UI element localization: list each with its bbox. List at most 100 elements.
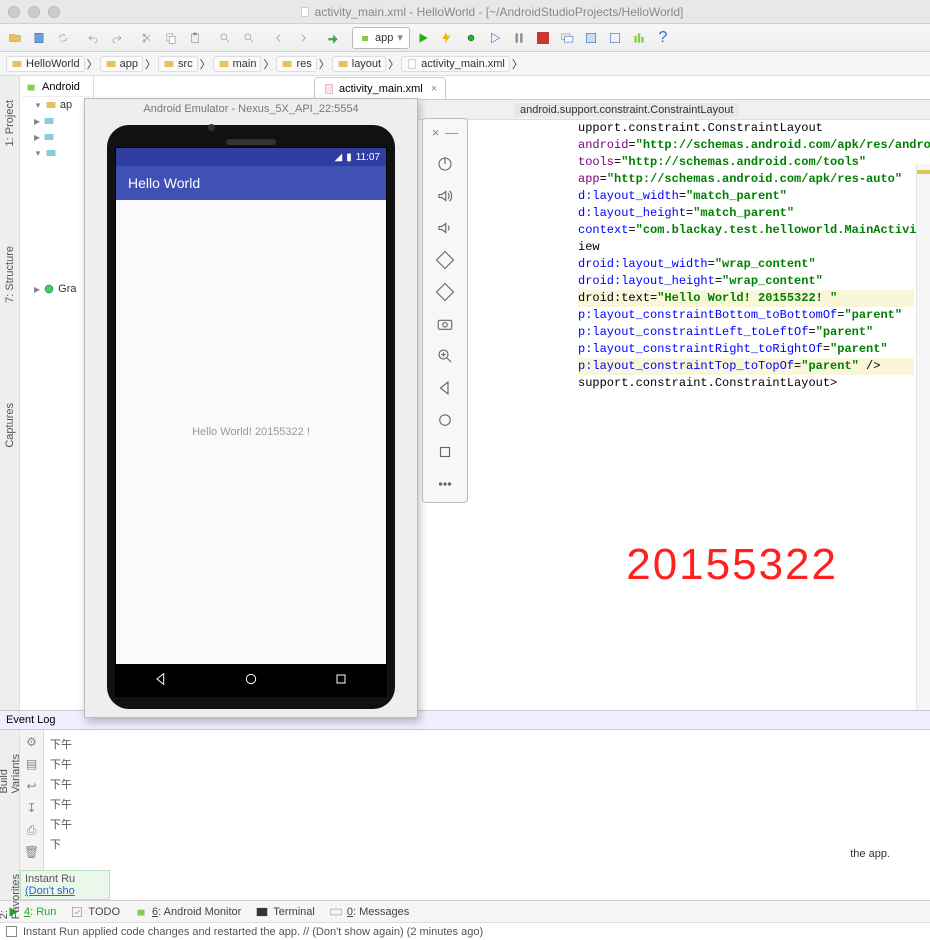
event-log-content[interactable]: 下午 下午 下午 下午 下午 下 the app. Instant Ru (Do… (44, 730, 930, 900)
project-panel[interactable]: Android ▼ap ▶ ▶ ▼ ▶Gra (20, 76, 94, 710)
log-row: 下午 (50, 814, 924, 834)
crumb-res[interactable]: res (276, 56, 316, 72)
back-icon[interactable] (268, 27, 290, 49)
editor-tab-label: activity_main.xml (339, 83, 423, 95)
log-fragment: the app. (850, 848, 890, 860)
filter-icon[interactable]: ▤ (24, 756, 40, 772)
open-icon[interactable] (4, 27, 26, 49)
cut-icon[interactable] (136, 27, 158, 49)
run-configuration-selector[interactable]: app ▾ (352, 27, 410, 49)
clock: 11:07 (356, 152, 380, 163)
crumb-file[interactable]: activity_main.xml (401, 56, 510, 72)
main-toolbar: app ▾ ? (0, 24, 930, 52)
paste-icon[interactable] (184, 27, 206, 49)
help-button[interactable]: ? (652, 27, 674, 49)
todo-tool-window[interactable]: TODO (70, 905, 120, 919)
file-icon (299, 6, 311, 18)
run-config-label: app (375, 32, 393, 44)
minimize-window[interactable] (28, 6, 40, 18)
nav-home-button[interactable] (243, 671, 259, 690)
close-tab-icon[interactable]: × (431, 83, 437, 95)
sdk-manager-button[interactable] (580, 27, 602, 49)
emulator-minimize-button[interactable]: — (445, 125, 458, 140)
editor-context-path[interactable]: android.support.constraint.ConstraintLay… (514, 103, 739, 117)
android-monitor-tool-window[interactable]: 6: Android Monitor (134, 905, 241, 919)
forward-icon[interactable] (292, 27, 314, 49)
rotate-left-button[interactable] (431, 246, 459, 274)
device-screen[interactable]: ◢ ▮ 11:07 Hello World Hello World! 20155… (115, 147, 387, 697)
scroll-end-icon[interactable]: ↧ (24, 800, 40, 816)
warning-marker[interactable] (917, 170, 930, 174)
profile-button[interactable] (484, 27, 506, 49)
navigation-breadcrumb: HelloWorld〉 app〉 src〉 main〉 res〉 layout〉… (0, 52, 930, 76)
clear-icon[interactable]: 🗑 (24, 844, 40, 860)
log-row: 下午 (50, 734, 924, 754)
screen-content: Hello World! 20155322 ! (116, 200, 386, 664)
favorites-tab[interactable]: 2: Favorites (0, 854, 22, 939)
crumb-module[interactable]: app (100, 56, 143, 72)
emulator-close-button[interactable]: × (432, 125, 440, 140)
stop-button[interactable] (532, 27, 554, 49)
debug-button[interactable] (460, 27, 482, 49)
find-icon[interactable] (214, 27, 236, 49)
soft-wrap-icon[interactable]: ↩ (24, 778, 40, 794)
project-node[interactable]: ▼ (22, 145, 91, 161)
instant-run-title: Instant Ru (25, 873, 105, 885)
left-tool-window-bar: 1: Project 7: Structure Captures (0, 76, 20, 710)
theme-editor-button[interactable] (628, 27, 650, 49)
run-button[interactable] (412, 27, 434, 49)
zoom-window[interactable] (48, 6, 60, 18)
emulator-window[interactable]: Android Emulator - Nexus_5X_API_22:5554 … (84, 98, 418, 718)
crumb-src[interactable]: src (158, 56, 198, 72)
zoom-button[interactable] (431, 342, 459, 370)
structure-tool-tab[interactable]: 7: Structure (4, 226, 16, 323)
crumb-main[interactable]: main (213, 56, 262, 72)
overlay-text: 20155322 (626, 540, 838, 590)
event-log-body: Build Variants 2: Favorites ⚙ ▤ ↩ ↧ ⎙ 🗑 … (0, 730, 930, 900)
overview-hw-button[interactable] (431, 438, 459, 466)
sync-icon[interactable] (52, 27, 74, 49)
attach-debugger-button[interactable] (508, 27, 530, 49)
print-icon[interactable]: ⎙ (24, 822, 40, 838)
close-window[interactable] (8, 6, 20, 18)
captures-tool-tab[interactable]: Captures (4, 383, 16, 468)
volume-up-button[interactable] (431, 182, 459, 210)
gradle-node[interactable]: ▶Gra (22, 281, 91, 297)
save-icon[interactable] (28, 27, 50, 49)
project-tool-tab[interactable]: 1: Project (4, 80, 16, 166)
layout-inspector-button[interactable] (604, 27, 626, 49)
project-view-mode[interactable]: Android (42, 81, 80, 93)
error-stripe[interactable] (916, 164, 930, 710)
android-icon (24, 80, 38, 94)
project-node[interactable]: ▶ (22, 113, 91, 129)
volume-down-button[interactable] (431, 214, 459, 242)
instant-run-link[interactable]: (Don't sho (25, 885, 75, 897)
project-node[interactable]: ▼ap (22, 97, 91, 113)
settings-icon[interactable]: ⚙ (24, 734, 40, 750)
copy-icon[interactable] (160, 27, 182, 49)
back-hw-button[interactable] (431, 374, 459, 402)
screenshot-button[interactable] (431, 310, 459, 338)
replace-icon[interactable] (238, 27, 260, 49)
editor-tab-activity-main[interactable]: activity_main.xml × (314, 77, 446, 99)
nav-back-button[interactable] (153, 671, 169, 690)
home-hw-button[interactable] (431, 406, 459, 434)
crumb-layout[interactable]: layout (332, 56, 386, 72)
messages-tool-window[interactable]: 0: Messages (329, 905, 409, 919)
redo-icon[interactable] (106, 27, 128, 49)
more-button[interactable] (431, 470, 459, 498)
build-variants-tab[interactable]: Build Variants (0, 734, 22, 814)
app-title: Hello World (128, 175, 200, 191)
apply-changes-button[interactable] (436, 27, 458, 49)
avd-manager-button[interactable] (556, 27, 578, 49)
undo-icon[interactable] (82, 27, 104, 49)
crumb-project[interactable]: HelloWorld (6, 56, 85, 72)
make-icon[interactable] (322, 27, 344, 49)
power-button[interactable] (431, 150, 459, 178)
rotate-right-button[interactable] (431, 278, 459, 306)
status-text: Instant Run applied code changes and res… (23, 926, 483, 938)
project-node[interactable]: ▶ (22, 129, 91, 145)
terminal-tool-window[interactable]: Terminal (255, 905, 315, 919)
nav-recent-button[interactable] (333, 671, 349, 690)
emulator-controls: × — (422, 118, 468, 503)
